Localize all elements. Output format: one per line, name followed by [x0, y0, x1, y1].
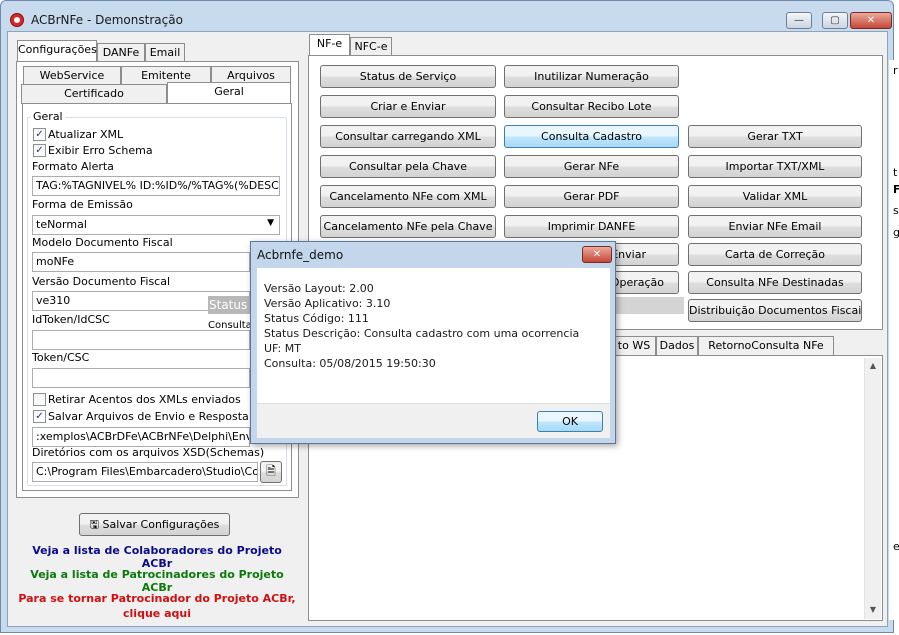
- cancelamento-chave-button[interactable]: Cancelamento NFe pela Chave: [320, 215, 496, 238]
- versao-label: Versão Documento Fiscal: [32, 275, 171, 288]
- exibir-erro-label: Exibir Erro Schema: [48, 144, 153, 157]
- memo-scrollbar[interactable]: ▲ ▼: [864, 358, 881, 619]
- bg-fragment: s: [893, 204, 899, 217]
- bg-fragment: r: [893, 64, 898, 77]
- salvar-configuracoes-button[interactable]: 🖫 Salvar Configurações: [79, 513, 230, 536]
- token-input[interactable]: [32, 368, 250, 388]
- link-tornar-patrocinador-line2[interactable]: clique aqui: [17, 607, 297, 620]
- bg-fragment: F: [893, 183, 899, 196]
- forma-emissao-select[interactable]: teNormal ▼: [32, 215, 280, 235]
- salvar-arquivos-checkbox[interactable]: ✓: [33, 410, 46, 423]
- status-servico-button[interactable]: Status de Serviço: [320, 65, 496, 88]
- inutilizar-numeracao-button[interactable]: Inutilizar Numeração: [504, 65, 679, 88]
- save-icon: 🖫: [89, 518, 99, 531]
- formato-alerta-label: Formato Alerta: [32, 160, 114, 173]
- carta-correcao-button[interactable]: Carta de Correção: [688, 243, 862, 266]
- link-tornar-patrocinador-line1[interactable]: Para se tornar Patrocinador do Projeto A…: [17, 592, 297, 605]
- tab-retorno-ws[interactable]: to WS: [612, 336, 656, 356]
- idtoken-input[interactable]: [32, 330, 250, 350]
- xsd-path-input[interactable]: C:\Program Files\Embarcadero\Studio\Comp…: [32, 462, 258, 482]
- window-title: ACBrNFe - Demonstração: [31, 13, 183, 27]
- retirar-acentos-checkbox[interactable]: [33, 393, 46, 406]
- close-button[interactable]: ✕: [850, 12, 892, 29]
- distribuicao-button[interactable]: Distribuição Documentos Fiscais: [688, 299, 862, 322]
- consultar-chave-button[interactable]: Consultar pela Chave: [320, 155, 496, 178]
- modelo-select[interactable]: moNFe: [32, 252, 250, 272]
- tab-geral[interactable]: Geral: [167, 82, 291, 104]
- app-icon: [10, 13, 24, 27]
- consultar-xml-button[interactable]: Consultar carregando XML: [320, 125, 496, 148]
- scroll-down-icon[interactable]: ▼: [865, 602, 881, 618]
- bg-fragment: e: [893, 540, 899, 553]
- atualizar-xml-checkbox[interactable]: ✓: [33, 128, 46, 141]
- tab-webservice[interactable]: WebService: [23, 66, 121, 86]
- folder-icon: 🗎: [266, 464, 276, 478]
- ok-button[interactable]: OK: [537, 411, 603, 432]
- dialog-title: Acbrnfe_demo: [257, 248, 344, 262]
- gerar-nfe-button[interactable]: Gerar NFe: [504, 155, 679, 178]
- message-line: Versão Layout: 2.00: [264, 282, 374, 295]
- message-line: Versão Aplicativo: 3.10: [264, 297, 391, 310]
- consulta-cadastro-button[interactable]: Consulta Cadastro: [504, 125, 679, 148]
- link-patrocinadores[interactable]: Veja a lista de Patrocinadores do Projet…: [17, 568, 297, 594]
- tab-configuracoes[interactable]: Configurações: [17, 40, 97, 62]
- message-line: UF: MT: [264, 342, 301, 355]
- consulta-label: Consulta: [208, 320, 252, 331]
- criar-enviar-button[interactable]: Criar e Enviar: [320, 95, 496, 118]
- link-colaboradores[interactable]: Veja a lista de Colaboradores do Projeto…: [17, 544, 297, 570]
- tab-email[interactable]: Email: [145, 43, 185, 63]
- consulta-destinadas-button[interactable]: Consulta NFe Destinadas: [688, 271, 862, 294]
- cancelamento-xml-button[interactable]: Cancelamento NFe com XML: [320, 185, 496, 208]
- gerar-txt-button[interactable]: Gerar TXT: [688, 125, 862, 148]
- salvar-path-input[interactable]: :xemplos\ACBrDFe\ACBrNFe\Delphi\EnvResp: [32, 427, 250, 447]
- importar-txt-button[interactable]: Importar TXT/XML: [688, 155, 862, 178]
- xsd-label: Diretórios com os arquivos XSD(Schemas): [32, 446, 265, 459]
- gerar-pdf-button[interactable]: Gerar PDF: [504, 185, 679, 208]
- validar-xml-button[interactable]: Validar XML: [688, 185, 862, 208]
- status-label: Status c: [208, 296, 250, 314]
- message-line: Status Descrição: Consulta cadastro com …: [264, 327, 580, 340]
- tab-nfce[interactable]: NFC-e: [350, 37, 392, 57]
- title-bar[interactable]: ACBrNFe - Demonstração — ▢ ✕: [1, 1, 893, 31]
- bg-fragment: t: [893, 166, 898, 179]
- tab-certificado[interactable]: Certificado: [21, 84, 167, 104]
- salvar-configuracoes-label: Salvar Configurações: [102, 518, 220, 531]
- message-line: Status Código: 111: [264, 312, 369, 325]
- bg-fragment: g: [893, 226, 899, 239]
- dropdown-arrow-icon: ▼: [267, 218, 274, 228]
- minimize-button[interactable]: —: [786, 12, 812, 29]
- salvar-arquivos-label: Salvar Arquivos de Envio e Resposta: [48, 410, 249, 423]
- formato-alerta-input[interactable]: TAG:%TAGNIVEL% ID:%ID%/%TAG%(%DESCRICAO%…: [32, 176, 280, 196]
- forma-emissao-value: teNormal: [36, 218, 87, 231]
- imprimir-danfe-button[interactable]: Imprimir DANFE: [504, 215, 679, 238]
- dialog-close-button[interactable]: ✕: [582, 246, 612, 263]
- message-dialog: Acbrnfe_demo ✕ Versão Layout: 2.00 Versã…: [250, 241, 616, 444]
- scroll-up-icon[interactable]: ▲: [865, 358, 881, 374]
- browse-folder-button[interactable]: 🗎: [260, 461, 282, 483]
- dialog-body: Versão Layout: 2.00 Versão Aplicativo: 3…: [257, 268, 610, 403]
- dialog-footer: OK: [257, 403, 610, 438]
- enviar-email-button[interactable]: Enviar NFe Email: [688, 215, 862, 238]
- tab-dados[interactable]: Dados: [656, 336, 698, 356]
- atualizar-xml-label: Atualizar XML: [48, 128, 124, 141]
- forma-emissao-label: Forma de Emissão: [32, 198, 133, 211]
- modelo-label: Modelo Documento Fiscal: [32, 236, 173, 249]
- token-label: Token/CSC: [32, 351, 90, 364]
- exibir-erro-checkbox[interactable]: ✓: [33, 144, 46, 157]
- consultar-recibo-button[interactable]: Consultar Recibo Lote: [504, 95, 679, 118]
- tab-nfe[interactable]: NF-e: [309, 34, 350, 56]
- tab-danfe[interactable]: DANFe: [97, 43, 145, 63]
- maximize-button[interactable]: ▢: [822, 12, 848, 29]
- group-title: Geral: [31, 110, 65, 123]
- idtoken-label: IdToken/IdCSC: [32, 313, 110, 326]
- tab-retorno-consulta[interactable]: RetornoConsulta NFe 2.01: [698, 336, 834, 370]
- message-line: Consulta: 05/08/2015 19:50:30: [264, 357, 436, 370]
- retirar-acentos-label: Retirar Acentos dos XMLs enviados: [48, 393, 241, 406]
- background-window: [889, 60, 899, 620]
